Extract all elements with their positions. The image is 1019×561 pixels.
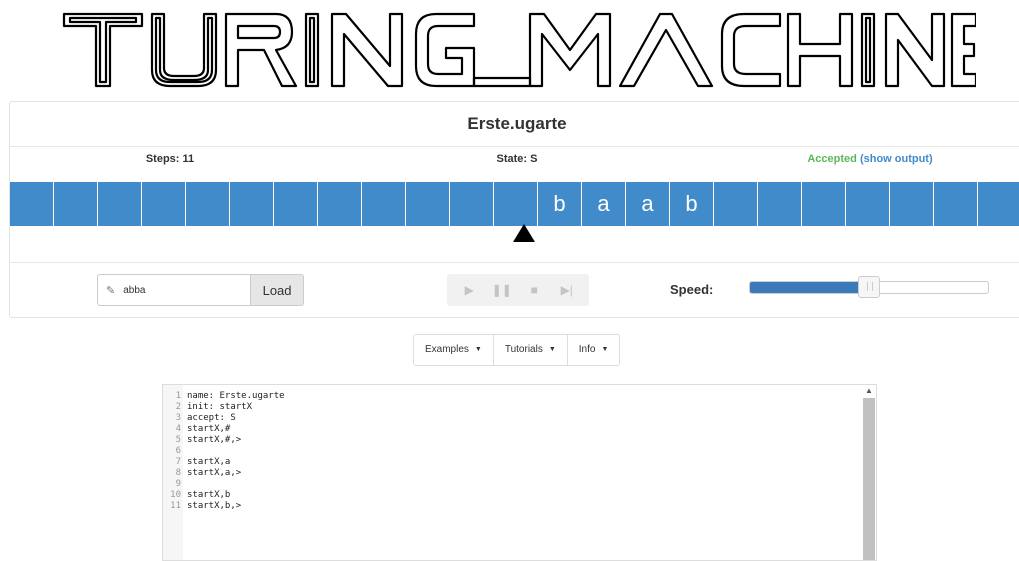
line-number: 9 (175, 479, 181, 489)
pencil-icon: ✎ (106, 284, 116, 297)
line-number: 1 (175, 391, 181, 401)
code-line: 8 startX,a,> (163, 468, 843, 479)
tape-head-icon (513, 224, 535, 242)
line-number: 11 (170, 501, 181, 511)
machine-panel: Erste.ugarte Steps: 11 State: S Accepted… (9, 101, 1019, 318)
tape-cell (362, 182, 406, 226)
tape-cell (54, 182, 98, 226)
tape-cell (934, 182, 978, 226)
tape-input[interactable]: ✎ abba (97, 274, 251, 306)
tape-input-value: abba (123, 284, 146, 296)
speed-slider[interactable] (749, 276, 989, 298)
code-line: 1 name: Erste.ugarte (163, 391, 843, 402)
tape-cell (406, 182, 450, 226)
speed-slider-handle[interactable] (858, 276, 880, 298)
menu-bar: Examples ▼ Tutorials ▼ Info ▼ (413, 334, 621, 366)
line-text: startX,b,> (187, 501, 242, 511)
code-line: 6 (163, 446, 843, 457)
input-group: ✎ abba Load (97, 274, 304, 306)
tape: baab (10, 182, 1019, 226)
tape-cell (98, 182, 142, 226)
tape-cell: a (626, 182, 670, 226)
tape-cell: b (670, 182, 714, 226)
tape-cell (846, 182, 890, 226)
speed-slider-fill (750, 282, 869, 293)
line-text: startX,a,> (187, 468, 242, 478)
code-line: 2 init: startX (163, 402, 843, 413)
status-row: Steps: 11 State: S Accepted (show output… (10, 147, 1019, 181)
tape-cell (494, 182, 538, 226)
play-icon[interactable]: ▶ (459, 283, 479, 297)
line-number: 4 (175, 424, 181, 434)
line-number: 8 (175, 468, 181, 478)
tutorials-label: Tutorials (504, 344, 543, 355)
tape-cell (10, 182, 54, 226)
tape-cell: a (582, 182, 626, 226)
code-line: 9 (163, 479, 843, 490)
caret-down-icon: ▼ (601, 346, 609, 353)
tape-cell (318, 182, 362, 226)
code-line: 10 startX,b (163, 490, 843, 501)
tape-cell (274, 182, 318, 226)
line-text: startX,a (187, 457, 231, 467)
line-text: startX,#,> (187, 435, 242, 445)
tape-cell (978, 182, 1019, 226)
info-dropdown[interactable]: Info ▼ (568, 335, 620, 365)
line-number: 6 (175, 446, 181, 456)
controls-row: ✎ abba Load ▶ ❚❚ ■ ▶| Speed: (10, 262, 1019, 318)
stop-icon[interactable]: ■ (524, 283, 544, 297)
code-line: 4 startX,# (163, 424, 843, 435)
line-number: 3 (175, 413, 181, 423)
logo-graphic (62, 12, 976, 88)
load-button[interactable]: Load (250, 274, 304, 306)
line-text: init: startX (187, 402, 253, 412)
caret-down-icon: ▼ (474, 346, 482, 353)
run-status: Accepted (show output) (770, 147, 970, 181)
examples-dropdown[interactable]: Examples ▼ (414, 335, 494, 365)
code-line: 3 accept: S (163, 413, 843, 424)
tape-cell (230, 182, 274, 226)
step-icon[interactable]: ▶| (557, 283, 577, 297)
tutorials-dropdown[interactable]: Tutorials ▼ (494, 335, 568, 365)
speed-label: Speed: (670, 282, 714, 297)
line-text: startX,b (187, 490, 231, 500)
examples-label: Examples (425, 344, 469, 355)
caret-down-icon: ▼ (548, 346, 556, 353)
scroll-up-icon[interactable]: ▲ (864, 386, 874, 396)
show-output-link[interactable]: (show output) (860, 153, 933, 165)
tape-cell (142, 182, 186, 226)
code-editor[interactable]: ▲ 1 name: Erste.ugarte 2 init: startX 3 accep… (162, 384, 877, 561)
line-number: 2 (175, 402, 181, 412)
code-line: 5 startX,#,> (163, 435, 843, 446)
tape-cell (802, 182, 846, 226)
line-number: 10 (170, 490, 181, 500)
line-text: accept: S (187, 413, 236, 423)
tape-cell (758, 182, 802, 226)
pause-icon[interactable]: ❚❚ (492, 283, 512, 297)
current-state: State: S (496, 153, 538, 165)
tape-cell: b (538, 182, 582, 226)
tape-cell (450, 182, 494, 226)
tape-cell (714, 182, 758, 226)
line-text: startX,# (187, 424, 231, 434)
scroll-thumb[interactable] (863, 398, 875, 560)
accepted-label: Accepted (807, 153, 857, 165)
editor-scrollbar[interactable]: ▲ (862, 385, 876, 560)
line-number: 7 (175, 457, 181, 467)
machine-title: Erste.ugarte (10, 102, 1019, 147)
info-label: Info (578, 344, 596, 355)
steps-counter: Steps: 11 (145, 153, 195, 165)
tape-cell (890, 182, 934, 226)
player-controls: ▶ ❚❚ ■ ▶| (447, 274, 589, 306)
line-number: 5 (175, 435, 181, 445)
code-line: 7 startX,a (163, 457, 843, 468)
code-line: 11 startX,b,> (163, 501, 843, 512)
tape-cell (186, 182, 230, 226)
line-text: name: Erste.ugarte (187, 391, 285, 401)
logo (60, 8, 976, 92)
